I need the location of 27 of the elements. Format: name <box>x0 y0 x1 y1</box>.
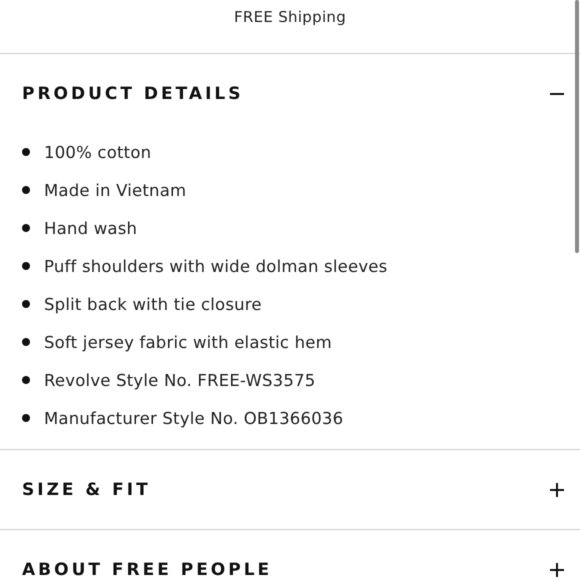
detail-text: Made in Vietnam <box>44 180 186 200</box>
bullet-icon <box>22 186 30 194</box>
shipping-note: FREE Shipping <box>234 8 346 26</box>
detail-text: Split back with tie closure <box>44 294 262 314</box>
bullet-icon <box>22 300 30 308</box>
detail-text: 100% cotton <box>44 142 152 162</box>
section-header[interactable]: ABOUT FREE PEOPLE <box>0 530 580 580</box>
section-title: ABOUT FREE PEOPLE <box>22 560 272 580</box>
bullet-icon <box>22 148 30 156</box>
detail-text: Revolve Style No. FREE-WS3575 <box>44 370 316 390</box>
section-header[interactable]: SIZE & FIT <box>0 450 580 529</box>
detail-text: Manufacturer Style No. OB1366036 <box>44 408 344 428</box>
bullet-icon <box>22 262 30 270</box>
plus-icon <box>550 482 564 496</box>
plus-icon <box>550 562 564 576</box>
minus-icon <box>550 92 564 94</box>
detail-text: Hand wash <box>44 218 138 238</box>
scrollbar-thumb[interactable] <box>575 0 579 253</box>
detail-text: Soft jersey fabric with elastic hem <box>44 332 332 352</box>
bullet-icon <box>22 224 30 232</box>
bullet-icon <box>22 414 30 422</box>
section-title: SIZE & FIT <box>22 480 151 500</box>
bullet-icon <box>22 376 30 384</box>
section-header[interactable]: PRODUCT DETAILS <box>0 54 580 133</box>
section-title: PRODUCT DETAILS <box>22 84 244 104</box>
bullet-icon <box>22 338 30 346</box>
detail-text: Puff shoulders with wide dolman sleeves <box>44 256 388 276</box>
